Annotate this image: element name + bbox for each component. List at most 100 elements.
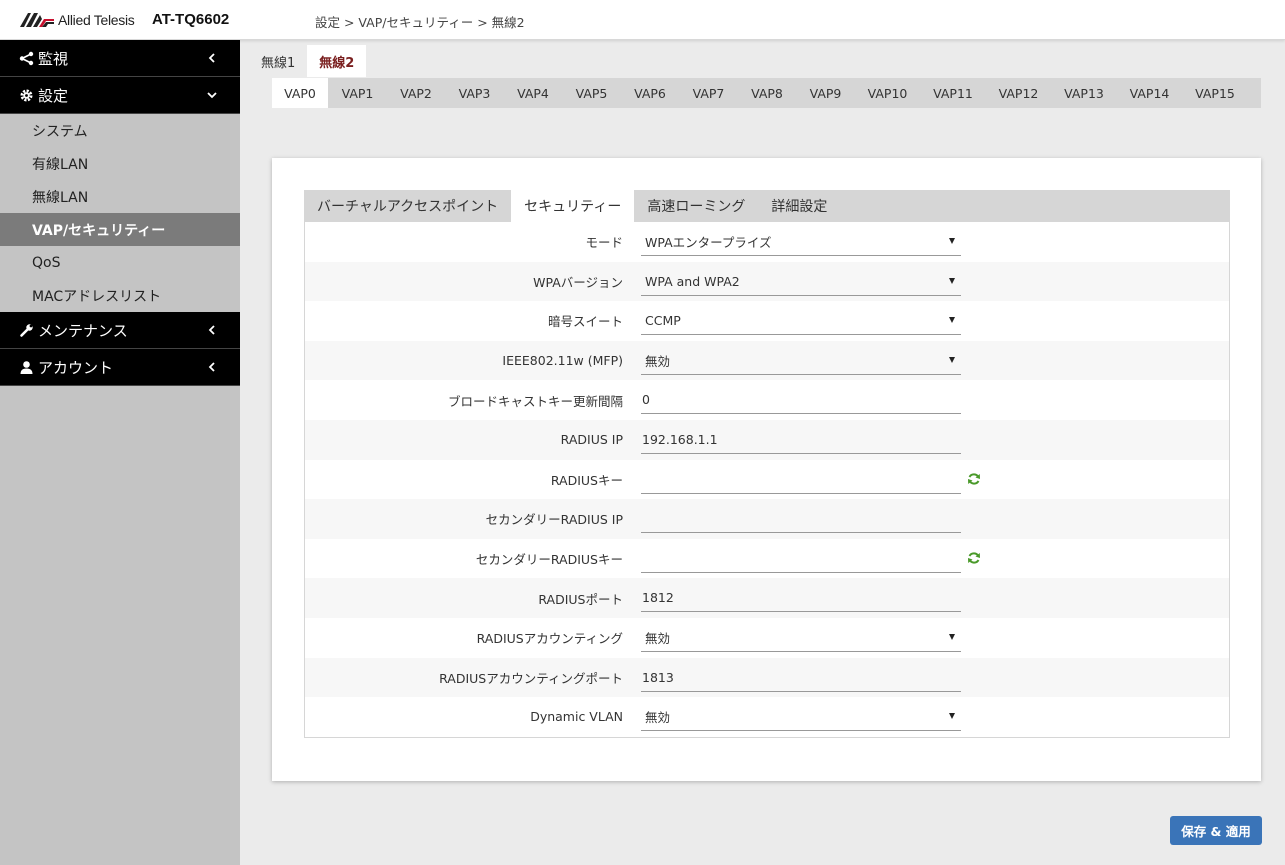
radius-accounting-value: 無効	[645, 630, 671, 646]
sidebar-group-settings[interactable]: 設定	[0, 77, 240, 114]
caret-down-icon	[949, 356, 955, 363]
brand-logo: Allied Telesis	[20, 11, 135, 29]
tab-advanced-settings[interactable]: 詳細設定	[758, 190, 840, 222]
brand-name: Allied Telesis	[58, 12, 135, 28]
tab-radio1[interactable]: 無線1	[240, 45, 307, 77]
tab-vap12[interactable]: VAP12	[986, 78, 1051, 108]
form-row-cipher-suite: 暗号スイート CCMP	[305, 301, 1229, 341]
refresh-icon[interactable]	[967, 551, 981, 565]
top-header: Allied Telesis AT-TQ6602 設定 > VAP/セキュリティ…	[0, 0, 1285, 40]
cipher-suite-label: 暗号スイート	[547, 314, 623, 330]
settings-card: バーチャルアクセスポイント セキュリティー 高速ローミング 詳細設定 モード W…	[272, 158, 1261, 781]
form-row-mfp: IEEE802.11w (MFP) 無効	[305, 340, 1229, 381]
caret-down-icon	[949, 317, 955, 324]
tab-vap11[interactable]: VAP11	[920, 78, 986, 108]
chevron-left-icon	[208, 362, 215, 372]
share-icon	[18, 50, 34, 66]
tab-vap4[interactable]: VAP4	[504, 78, 562, 108]
save-apply-button[interactable]: 保存 & 適用	[1170, 816, 1262, 845]
tab-fast-roaming[interactable]: 高速ローミング	[634, 190, 758, 222]
tab-vap2[interactable]: VAP2	[387, 78, 445, 108]
tab-security[interactable]: セキュリティー	[511, 190, 635, 222]
radius-port-input[interactable]: 1812	[641, 584, 961, 613]
mode-select[interactable]: WPAエンタープライズ	[641, 228, 961, 256]
broadcast-key-interval-input[interactable]: 0	[641, 386, 961, 415]
form-row-radius-port: RADIUSポート 1812	[305, 578, 1229, 618]
user-icon	[18, 359, 34, 375]
tab-vap7[interactable]: VAP7	[679, 78, 738, 108]
tab-vap13[interactable]: VAP13	[1051, 78, 1117, 108]
form-row-mode: モード WPAエンタープライズ	[305, 222, 1229, 262]
form-row-wpa-version: WPAバージョン WPA and WPA2	[305, 261, 1229, 302]
caret-down-icon	[949, 713, 955, 720]
form-row-radius-ip: RADIUS IP 192.168.1.1	[305, 419, 1229, 460]
gear-icon	[18, 87, 34, 103]
form-row-radius-accounting: RADIUSアカウンティング 無効	[305, 618, 1229, 658]
chevron-left-icon	[208, 53, 215, 63]
breadcrumb: 設定 > VAP/セキュリティー > 無線2	[315, 15, 525, 30]
sidebar-group-maintenance[interactable]: メンテナンス	[0, 312, 240, 349]
security-form: モード WPAエンタープライズ WPAバージョン WPA and WPA2 暗号…	[304, 222, 1230, 738]
sidebar-group-label: 設定	[38, 86, 69, 105]
radius-key-input[interactable]	[641, 466, 961, 494]
tab-vap14[interactable]: VAP14	[1117, 78, 1182, 108]
refresh-icon[interactable]	[967, 472, 981, 486]
radius-accounting-port-input[interactable]: 1813	[641, 664, 961, 692]
form-row-dynamic-vlan: Dynamic VLAN 無効	[305, 697, 1229, 737]
sidebar-item-wired-lan[interactable]: 有線LAN	[0, 147, 240, 180]
sidebar-item-wireless-lan[interactable]: 無線LAN	[0, 180, 240, 213]
mfp-select[interactable]: 無効	[641, 347, 961, 375]
chevron-down-icon	[207, 92, 217, 99]
radius-ip-input[interactable]: 192.168.1.1	[641, 426, 961, 454]
radio-tabs: 無線1 無線2	[240, 45, 367, 77]
sidebar-group-account[interactable]: アカウント	[0, 349, 240, 386]
vap-tabs: VAP0 VAP1 VAP2 VAP3 VAP4 VAP5 VAP6 VAP7 …	[272, 78, 1261, 108]
secondary-radius-key-input[interactable]	[641, 545, 961, 573]
mfp-value: 無効	[645, 353, 671, 369]
tab-vap8[interactable]: VAP8	[738, 78, 796, 108]
tab-vap1[interactable]: VAP1	[328, 78, 387, 108]
tab-vap9[interactable]: VAP9	[796, 78, 855, 108]
wpa-version-value: WPA and WPA2	[645, 273, 740, 289]
sidebar-item-system[interactable]: システム	[0, 114, 240, 147]
radius-ip-label: RADIUS IP	[560, 432, 623, 448]
sidebar-item-mac-address-list[interactable]: MACアドレスリスト	[0, 279, 240, 312]
secondary-radius-ip-input[interactable]	[641, 505, 961, 534]
sidebar-group-monitor[interactable]: 監視	[0, 40, 240, 77]
tab-vap6[interactable]: VAP6	[621, 78, 679, 108]
dynamic-vlan-select[interactable]: 無効	[641, 703, 961, 732]
broadcast-key-interval-label: ブロードキャストキー更新間隔	[447, 393, 623, 409]
cipher-suite-value: CCMP	[645, 313, 681, 329]
form-row-secondary-radius-key: セカンダリーRADIUSキー	[305, 539, 1229, 579]
sub-tabs: バーチャルアクセスポイント セキュリティー 高速ローミング 詳細設定	[304, 190, 1230, 222]
dynamic-vlan-value: 無効	[645, 710, 671, 726]
device-model: AT-TQ6602	[152, 11, 230, 28]
form-row-broadcast-key-interval: ブロードキャストキー更新間隔 0	[305, 380, 1229, 420]
cipher-suite-select[interactable]: CCMP	[641, 307, 961, 336]
caret-down-icon	[949, 238, 955, 244]
sidebar-item-vap-security[interactable]: VAP/セキュリティー	[0, 213, 240, 246]
tab-vap5[interactable]: VAP5	[562, 78, 621, 108]
radius-accounting-select[interactable]: 無効	[641, 624, 961, 652]
tab-virtual-access-point[interactable]: バーチャルアクセスポイント	[304, 190, 511, 222]
tab-vap10[interactable]: VAP10	[855, 78, 920, 108]
sidebar-group-label: 監視	[38, 49, 69, 68]
chevron-left-icon	[208, 325, 215, 335]
wpa-version-label: WPAバージョン	[533, 274, 623, 290]
mode-label: モード	[585, 235, 623, 251]
form-row-radius-accounting-port: RADIUSアカウンティングポート 1813	[305, 657, 1229, 698]
tab-vap3[interactable]: VAP3	[445, 78, 504, 108]
secondary-radius-ip-label: セカンダリーRADIUS IP	[485, 512, 623, 528]
sidebar-item-qos[interactable]: QoS	[0, 246, 240, 279]
form-row-secondary-radius-ip: セカンダリーRADIUS IP	[305, 499, 1229, 539]
radius-accounting-label: RADIUSアカウンティング	[476, 631, 623, 647]
sidebar-group-label: アカウント	[38, 358, 114, 377]
dynamic-vlan-label: Dynamic VLAN	[530, 709, 623, 725]
tab-vap15[interactable]: VAP15	[1182, 78, 1248, 108]
tab-vap0[interactable]: VAP0	[272, 78, 328, 108]
wpa-version-select[interactable]: WPA and WPA2	[641, 268, 961, 296]
wrench-icon	[18, 322, 34, 338]
form-row-radius-key: RADIUSキー	[305, 460, 1229, 500]
tab-radio2[interactable]: 無線2	[307, 45, 367, 77]
sidebar-group-label: メンテナンス	[38, 321, 128, 340]
